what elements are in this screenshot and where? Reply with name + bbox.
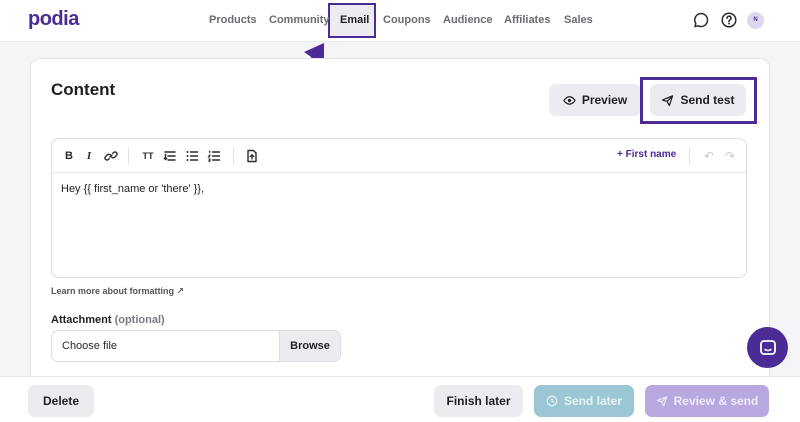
toolbar-divider bbox=[128, 147, 129, 165]
link-icon[interactable] bbox=[104, 148, 118, 164]
browse-button[interactable]: Browse bbox=[279, 331, 340, 361]
nav-coupons[interactable]: Coupons bbox=[383, 14, 431, 26]
bullet-list-icon[interactable] bbox=[185, 148, 199, 164]
nav-community[interactable]: Community bbox=[269, 14, 330, 26]
clock-icon bbox=[546, 395, 558, 407]
editor-toolbar: B I TT + First name ↶ ↷ bbox=[52, 139, 746, 173]
toolbar-divider bbox=[689, 147, 690, 165]
nav-audience[interactable]: Audience bbox=[443, 14, 493, 26]
send-test-button[interactable]: Send test bbox=[650, 84, 746, 116]
attachment-optional-text: (optional) bbox=[114, 314, 165, 326]
finish-later-button[interactable]: Finish later bbox=[434, 385, 523, 417]
choose-file-placeholder: Choose file bbox=[62, 340, 118, 352]
preview-button[interactable]: Preview bbox=[549, 84, 641, 116]
podia-logo[interactable]: podia bbox=[28, 8, 79, 31]
undo-icon[interactable]: ↶ bbox=[704, 149, 714, 163]
preview-label: Preview bbox=[581, 93, 628, 107]
chat-widget-icon bbox=[759, 339, 776, 355]
insert-first-name-button[interactable]: + First name bbox=[617, 149, 676, 160]
send-later-label: Send later bbox=[563, 394, 623, 408]
attachment-label: Attachment (optional) bbox=[51, 314, 165, 326]
top-navigation-bar: podia Products Community Email Coupons A… bbox=[0, 0, 800, 42]
avatar[interactable]: N bbox=[747, 12, 764, 29]
send-later-button[interactable]: Send later bbox=[534, 385, 634, 417]
send-test-label: Send test bbox=[680, 93, 735, 107]
help-icon[interactable] bbox=[720, 11, 738, 29]
paper-plane-icon bbox=[662, 94, 674, 106]
chat-bubble-icon[interactable] bbox=[692, 11, 710, 29]
toolbar-divider bbox=[233, 147, 234, 165]
learn-more-formatting-link[interactable]: Learn more about formatting ↗ bbox=[51, 286, 184, 297]
content-title: Content bbox=[51, 80, 116, 99]
nav-products[interactable]: Products bbox=[209, 14, 257, 26]
nav-sales[interactable]: Sales bbox=[564, 14, 593, 26]
text-size-button[interactable]: TT bbox=[140, 148, 156, 164]
paper-plane-icon bbox=[656, 396, 667, 407]
numbered-list-icon[interactable] bbox=[207, 148, 221, 164]
support-chat-button[interactable] bbox=[747, 327, 788, 368]
review-and-send-label: Review & send bbox=[673, 394, 759, 408]
nav-email[interactable]: Email bbox=[340, 14, 369, 26]
bold-button[interactable]: B bbox=[63, 148, 75, 164]
file-upload-icon[interactable] bbox=[245, 148, 259, 164]
attachment-file-input[interactable]: Choose file Browse bbox=[51, 330, 341, 362]
delete-button[interactable]: Delete bbox=[28, 385, 94, 417]
nav-affiliates[interactable]: Affiliates bbox=[504, 14, 550, 26]
review-and-send-button[interactable]: Review & send bbox=[645, 385, 769, 417]
attachment-label-text: Attachment bbox=[51, 314, 112, 326]
email-body-text[interactable]: Hey {{ first_name or 'there' }}, bbox=[61, 183, 204, 195]
line-height-icon[interactable] bbox=[163, 148, 177, 164]
eye-icon bbox=[563, 95, 576, 105]
italic-button[interactable]: I bbox=[83, 148, 95, 164]
email-editor: B I TT + First name ↶ ↷ Hey {{ first_nam… bbox=[51, 138, 747, 278]
redo-icon[interactable]: ↷ bbox=[725, 149, 735, 163]
